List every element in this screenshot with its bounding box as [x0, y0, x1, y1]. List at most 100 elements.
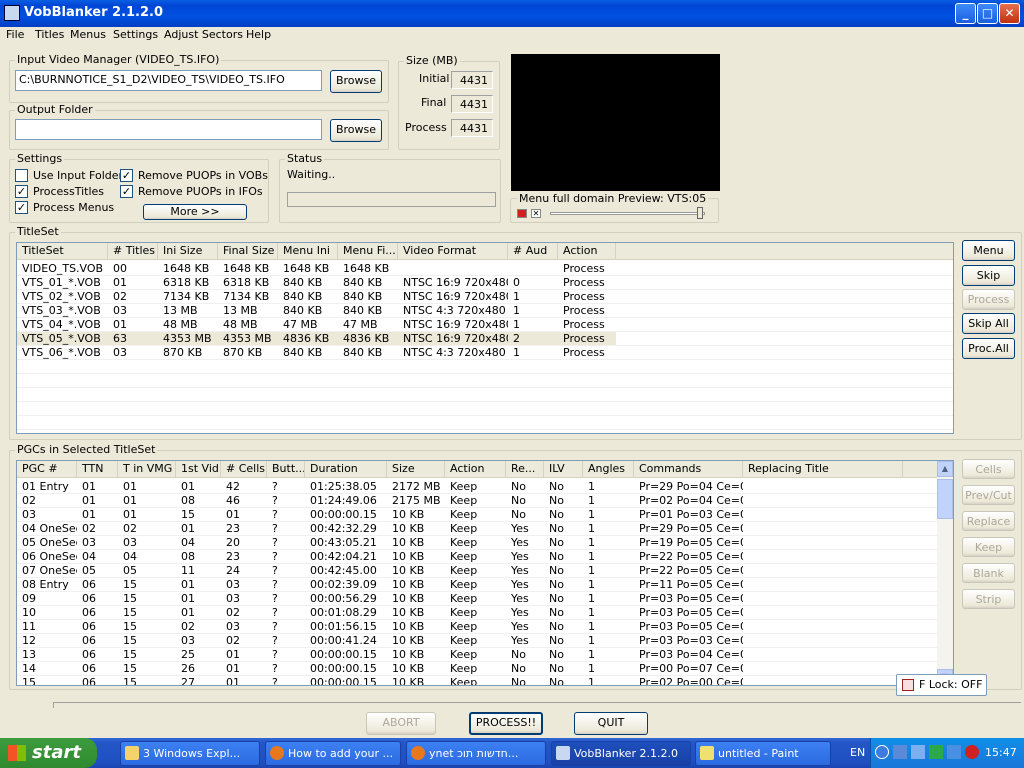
flock-indicator[interactable]: F Lock: OFF [896, 674, 987, 696]
column-header[interactable]: Butt... [267, 461, 305, 478]
pgc-row[interactable]: 11 06 15 02 03? 00:01:56.15 10 KB Keep Yes No 1 Pr=… [17, 620, 903, 634]
proc-all-button[interactable]: Proc.All [962, 338, 1015, 359]
pgc-row[interactable]: 08 Entry 06 15 01 03? 00:02:39.09 10 KB Keep Yes… [17, 578, 903, 592]
maximize-button[interactable]: □ [977, 3, 998, 24]
input-path-field[interactable]: C:\BURNNOTICE_S1_D2\VIDEO_TS\VIDEO_TS.IF… [15, 70, 322, 91]
task-firefox-ynet[interactable]: ynet חדשות תוכ... [406, 741, 546, 766]
use-input-folder-checkbox[interactable] [15, 169, 28, 182]
menu-adjust-sectors[interactable]: Adjust Sectors [164, 28, 243, 41]
pgc-row[interactable]: 15 06 15 27 01? 00:00:00.15 10 KB Keep No No 1 Pr=0… [17, 676, 903, 685]
column-header[interactable]: # Aud [508, 243, 558, 260]
titleset-row[interactable]: VTS_05_*.VOB 63 4353 MB 4353 MB 4836 KB 4836 … [17, 332, 616, 346]
pgc-row[interactable]: 02 01 01 08 46? 01:24:49.06 2175 MB Keep No No 1 Pr… [17, 494, 903, 508]
strip-button[interactable]: Strip [962, 589, 1015, 609]
pgc-row[interactable]: 01 Entry 01 01 01 42? 01:25:38.05 2172 MB Keep N… [17, 480, 903, 494]
remove-puops-ifos-checkbox[interactable]: ✓ [120, 185, 133, 198]
pgc-list[interactable]: PGC # TTN T in VMG 1st Vid # Cells Butt... Dur… [16, 460, 954, 686]
column-header[interactable]: # Titles [108, 243, 158, 260]
pgc-row[interactable]: 04 OneSeq 02 02 01 23? 00:42:32.29 10 KB Keep Ye… [17, 522, 903, 536]
column-header[interactable]: TTN [77, 461, 118, 478]
replace-button[interactable]: Replace [962, 511, 1015, 531]
task-paint[interactable]: untitled - Paint [695, 741, 831, 766]
scroll-thumb[interactable] [937, 479, 953, 519]
minimize-button[interactable]: _ [955, 3, 976, 24]
pgc-row[interactable]: 10 06 15 01 02? 00:01:08.29 10 KB Keep Yes No 1 Pr=… [17, 606, 903, 620]
titleset-row[interactable]: VIDEO_TS.VOB 00 1648 KB 1648 KB 1648 KB 1648 … [17, 262, 616, 276]
column-header[interactable]: Replacing Title [743, 461, 903, 478]
skip-button[interactable]: Skip [962, 265, 1015, 286]
more-button[interactable]: More >> [143, 204, 247, 220]
cells-button[interactable]: Cells [962, 459, 1015, 479]
titleset-row[interactable]: VTS_01_*.VOB 01 6318 KB 6318 KB 840 KB 840 KB… [17, 276, 616, 290]
process-titleset-button[interactable]: Process [962, 289, 1015, 310]
column-header[interactable]: Duration [305, 461, 387, 478]
volume-icon[interactable] [947, 745, 961, 759]
titleset-row[interactable]: VTS_02_*.VOB 02 7134 KB 7134 KB 840 KB 840 KB… [17, 290, 616, 304]
keep-button[interactable]: Keep [962, 537, 1015, 557]
titleset-row[interactable]: VTS_03_*.VOB 03 13 MB 13 MB 840 KB 840 KB NTSC… [17, 304, 616, 318]
pgc-scrollbar[interactable]: ▲ ▼ [937, 461, 953, 685]
column-header[interactable]: Menu Ini [278, 243, 338, 260]
remove-puops-vobs-checkbox[interactable]: ✓ [120, 169, 133, 182]
abort-button[interactable]: ABORT [366, 712, 436, 735]
column-header[interactable]: Video Format [398, 243, 508, 260]
column-header[interactable]: Re... [506, 461, 544, 478]
column-header[interactable]: Ini Size [158, 243, 218, 260]
pgc-row[interactable]: 06 OneSeq 04 04 08 23? 00:42:04.21 10 KB Keep Ye… [17, 550, 903, 564]
start-button[interactable]: start [0, 738, 97, 768]
tray-expand-icon[interactable] [875, 745, 889, 759]
pgc-row[interactable]: 13 06 15 25 01? 00:00:00.15 10 KB Keep No No 1 Pr=0… [17, 648, 903, 662]
column-header[interactable]: # Cells [221, 461, 267, 478]
process-menus-checkbox[interactable]: ✓ [15, 201, 28, 214]
process-button[interactable]: PROCESS!! [469, 712, 543, 735]
menu-button[interactable]: Menu [962, 240, 1015, 261]
titleset-row[interactable]: VTS_06_*.VOB 03 870 KB 870 KB 840 KB 840 KB NT… [17, 346, 616, 360]
task-firefox-how-to[interactable]: How to add your ... [265, 741, 401, 766]
column-header[interactable]: 1st Vid [176, 461, 221, 478]
menu-menus[interactable]: Menus [70, 28, 106, 41]
column-header[interactable]: T in VMG [118, 461, 176, 478]
blank-button[interactable]: Blank [962, 563, 1015, 583]
output-folder-field[interactable] [15, 119, 322, 140]
pgc-row[interactable]: 12 06 15 03 02? 00:00:41.24 10 KB Keep Yes No 1 Pr=… [17, 634, 903, 648]
close-button[interactable]: ✕ [999, 3, 1020, 24]
menu-file[interactable]: File [6, 28, 24, 41]
column-header[interactable]: Action [558, 243, 616, 260]
menu-settings[interactable]: Settings [113, 28, 158, 41]
column-header[interactable]: ILV [544, 461, 583, 478]
pgc-row[interactable]: 09 06 15 01 03? 00:00:56.29 10 KB Keep Yes No 1 Pr=… [17, 592, 903, 606]
column-header[interactable]: Angles [583, 461, 634, 478]
display-icon[interactable] [911, 745, 925, 759]
column-header[interactable]: Final Size [218, 243, 278, 260]
titleset-row[interactable]: VTS_04_*.VOB 01 48 MB 48 MB 47 MB 47 MB NTSC 1… [17, 318, 616, 332]
quit-button[interactable]: QUIT [574, 712, 648, 735]
column-header[interactable]: Action [445, 461, 506, 478]
network-icon[interactable] [893, 745, 907, 759]
preview-slider-thumb[interactable] [697, 207, 703, 219]
language-indicator[interactable]: EN [850, 746, 865, 759]
pgc-row[interactable]: 05 OneSeq 03 03 04 20? 00:43:05.21 10 KB Keep Ye… [17, 536, 903, 550]
pgc-row[interactable]: 07 OneSeq 05 05 11 24? 00:42:45.00 10 KB Keep Ye… [17, 564, 903, 578]
pgc-row[interactable]: 03 01 01 15 01? 00:00:00.15 10 KB Keep No No 1 Pr=0… [17, 508, 903, 522]
menu-titles[interactable]: Titles [35, 28, 64, 41]
play-icon[interactable] [517, 209, 527, 218]
process-titles-checkbox[interactable]: ✓ [15, 185, 28, 198]
scroll-up-icon[interactable]: ▲ [937, 461, 953, 477]
prev-cut-button[interactable]: Prev/Cut [962, 485, 1015, 505]
column-header[interactable]: TitleSet [17, 243, 108, 260]
security-icon[interactable] [929, 745, 943, 759]
stop-icon[interactable]: ✕ [531, 209, 541, 218]
column-header[interactable]: PGC # [17, 461, 77, 478]
column-header[interactable]: Size [387, 461, 445, 478]
antivirus-icon[interactable] [965, 745, 979, 759]
column-header[interactable]: Menu Fi... [338, 243, 398, 260]
output-browse-button[interactable]: Browse [330, 119, 382, 142]
menu-help[interactable]: Help [246, 28, 271, 41]
task-windows-explorer[interactable]: 3 Windows Expl... [120, 741, 260, 766]
task-vobblanker[interactable]: VobBlanker 2.1.2.0 [551, 741, 691, 766]
input-browse-button[interactable]: Browse [330, 70, 382, 93]
skip-all-button[interactable]: Skip All [962, 313, 1015, 334]
preview-slider-track[interactable] [550, 212, 705, 215]
titleset-list[interactable]: TitleSet # Titles Ini Size Final Size Menu I… [16, 242, 954, 434]
pgc-row[interactable]: 14 06 15 26 01? 00:00:00.15 10 KB Keep No No 1 Pr=0… [17, 662, 903, 676]
